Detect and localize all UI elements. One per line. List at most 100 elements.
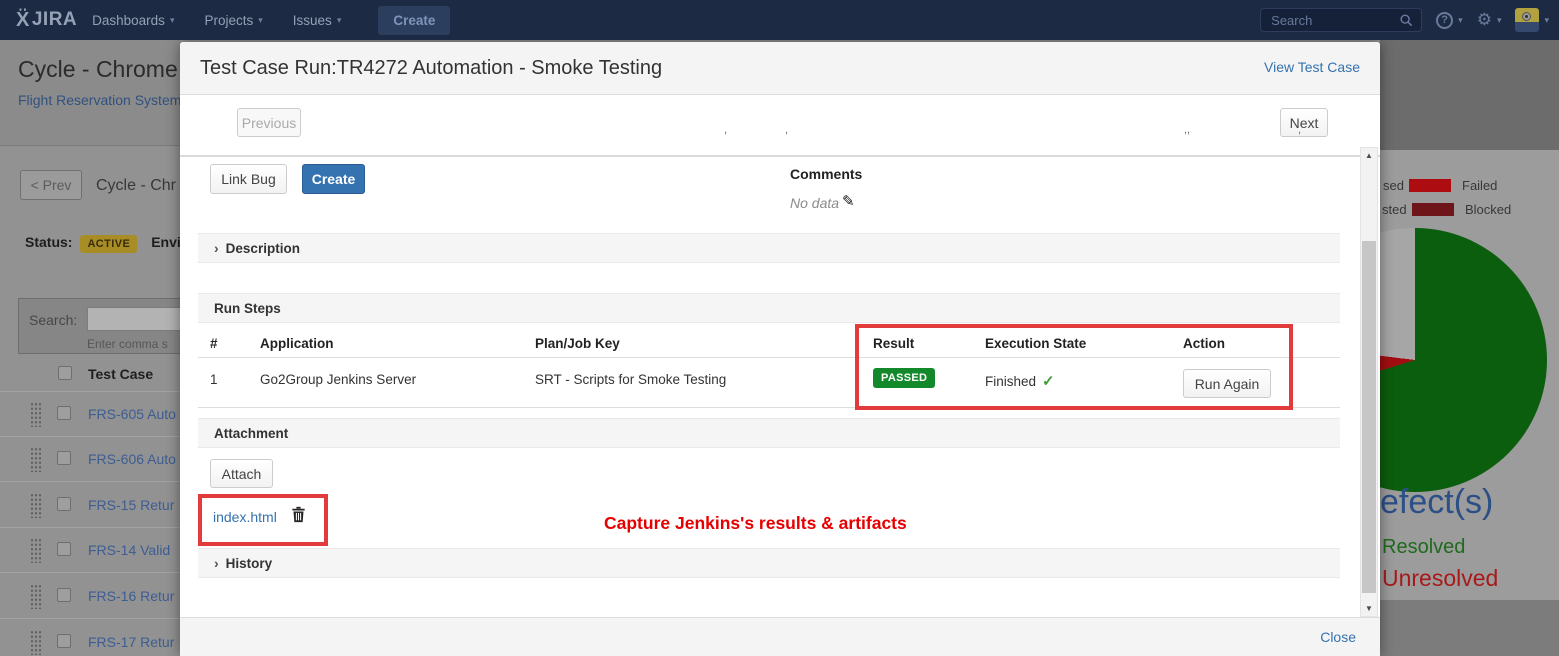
legend-failed-swatch	[1409, 179, 1451, 192]
test-case-link[interactable]: FRS-15 Retur	[88, 497, 174, 513]
test-case-table-header: Test Case	[0, 358, 180, 392]
select-all-checkbox[interactable]	[58, 366, 72, 380]
background-page-right: sed Failed sted Blocked efect(s) Resolve…	[1380, 40, 1559, 656]
test-case-run-dialog: Test Case Run:TR4272 Automation - Smoke …	[180, 42, 1380, 656]
search-hint: Enter comma s	[87, 337, 168, 351]
drag-handle-icon[interactable]	[30, 584, 42, 609]
drag-handle-icon[interactable]	[30, 447, 42, 472]
result-passed-badge: PASSED	[873, 368, 935, 388]
drag-handle-icon[interactable]	[30, 538, 42, 563]
section-run-steps: Run Steps	[198, 293, 1340, 323]
test-case-column-header: Test Case	[88, 366, 153, 382]
link-bug-button[interactable]: Link Bug	[210, 164, 287, 194]
scroll-down-arrow[interactable]: ▼	[1361, 604, 1377, 613]
dialog-header: Test Case Run:TR4272 Automation - Smoke …	[180, 42, 1380, 95]
row-checkbox[interactable]	[57, 451, 71, 465]
page-header: Cycle - Chrome Flight Reservation System	[0, 40, 180, 146]
table-row[interactable]: FRS-15 Retur	[0, 483, 180, 528]
section-attachment: Attachment	[198, 418, 1340, 448]
jira-logo-text: JIRA	[32, 9, 77, 31]
test-case-search-panel: Search: Enter comma s	[18, 298, 180, 354]
chevron-down-icon: ▾	[337, 15, 342, 26]
scrollbar-thumb[interactable]	[1362, 241, 1376, 593]
run-step-plan: SRT - Scripts for Smoke Testing	[535, 372, 726, 387]
search-label: Search:	[29, 312, 77, 328]
environment-label: Envi	[151, 234, 180, 250]
row-checkbox[interactable]	[57, 634, 71, 648]
chevron-down-icon: ▾	[1458, 15, 1463, 26]
background-page-left: Cycle - Chrome Flight Reservation System…	[0, 40, 180, 656]
drag-handle-icon[interactable]	[30, 402, 42, 427]
run-step-num: 1	[210, 372, 218, 387]
create-bug-button[interactable]: Create	[302, 164, 365, 194]
col-header-state: Execution State	[985, 336, 1086, 351]
section-history[interactable]: › History	[198, 548, 1340, 578]
status-label: Status:	[25, 234, 72, 250]
avatar	[1515, 8, 1539, 32]
top-navbar: Ẍ JIRA Dashboards ▾ Projects ▾ Issues ▾ …	[0, 0, 1559, 40]
col-header-application: Application	[260, 336, 334, 351]
test-case-link[interactable]: FRS-17 Retur	[88, 634, 174, 650]
table-row[interactable]: FRS-17 Retur	[0, 620, 180, 656]
gear-icon: ⚙	[1477, 10, 1492, 30]
legend-failed-label: Failed	[1462, 178, 1497, 193]
nav-menu-dashboards[interactable]: Dashboards ▾	[77, 0, 189, 40]
attachment-file-link[interactable]: index.html	[213, 509, 277, 525]
drag-handle-icon[interactable]	[30, 630, 42, 655]
table-row[interactable]: FRS-16 Retur	[0, 574, 180, 619]
test-case-link[interactable]: FRS-606 Auto	[88, 451, 176, 467]
table-row[interactable]: FRS-606 Auto	[0, 437, 180, 482]
settings-menu[interactable]: ⚙ ▾	[1477, 10, 1502, 30]
next-button[interactable]: Next	[1280, 108, 1328, 137]
test-case-link[interactable]: FRS-16 Retur	[88, 588, 174, 604]
drag-handle-icon[interactable]	[30, 493, 42, 518]
user-menu[interactable]: ▾	[1515, 8, 1549, 32]
chevron-down-icon: ▾	[1497, 15, 1502, 26]
row-checkbox[interactable]	[57, 588, 71, 602]
nav-menu-issues[interactable]: Issues ▾	[278, 0, 357, 40]
comments-empty-text: No data	[790, 195, 839, 211]
close-link[interactable]: Close	[1320, 618, 1356, 656]
scroll-up-arrow[interactable]: ▲	[1361, 151, 1377, 160]
nav-menu-projects[interactable]: Projects ▾	[189, 0, 277, 40]
prev-cycle-button[interactable]: < Prev	[20, 170, 82, 200]
previous-button[interactable]: Previous	[237, 108, 301, 137]
chevron-down-icon: ▾	[1544, 15, 1549, 26]
unresolved-count-label: Unresolved	[1382, 565, 1498, 592]
view-test-case-link[interactable]: View Test Case	[1264, 59, 1360, 75]
clipped-text-fragment: ,	[724, 124, 727, 136]
table-divider	[198, 357, 1340, 358]
row-checkbox[interactable]	[57, 406, 71, 420]
dialog-title: Test Case Run:TR4272 Automation - Smoke …	[200, 42, 662, 95]
col-header-result: Result	[873, 336, 914, 351]
divider	[180, 155, 1380, 157]
table-row[interactable]: FRS-605 Auto	[0, 392, 180, 437]
status-badge: ACTIVE	[80, 235, 137, 253]
legend-passed-partial: sed	[1383, 178, 1404, 193]
page-footer-right	[1380, 600, 1559, 656]
attach-button[interactable]: Attach	[210, 459, 273, 488]
nav-create-button[interactable]: Create	[378, 6, 450, 35]
test-case-link[interactable]: FRS-14 Valid	[88, 542, 170, 558]
row-checkbox[interactable]	[57, 497, 71, 511]
help-menu[interactable]: ? ▾	[1436, 12, 1463, 29]
table-row[interactable]: FRS-14 Valid	[0, 528, 180, 573]
row-checkbox[interactable]	[57, 542, 71, 556]
section-description[interactable]: › Description	[198, 233, 1340, 263]
test-case-search-input[interactable]	[87, 307, 180, 331]
clipped-text-fragment: ,	[1298, 124, 1301, 136]
navbar-search-box[interactable]	[1260, 8, 1422, 32]
test-case-link[interactable]: FRS-605 Auto	[88, 406, 176, 422]
dialog-scrollbar[interactable]: ▲ ▼	[1360, 147, 1378, 617]
run-again-button[interactable]: Run Again	[1183, 369, 1271, 398]
check-icon: ✓	[1042, 373, 1055, 390]
jira-logo[interactable]: Ẍ JIRA	[16, 9, 77, 32]
project-link[interactable]: Flight Reservation System	[18, 92, 180, 108]
search-icon	[1399, 13, 1413, 27]
trash-icon[interactable]	[291, 506, 306, 523]
chevron-right-icon: ›	[214, 240, 219, 256]
legend-blocked-swatch	[1412, 203, 1454, 216]
help-icon: ?	[1436, 12, 1453, 29]
search-input[interactable]	[1271, 13, 1399, 28]
edit-pencil-icon[interactable]: ✎	[842, 192, 855, 210]
